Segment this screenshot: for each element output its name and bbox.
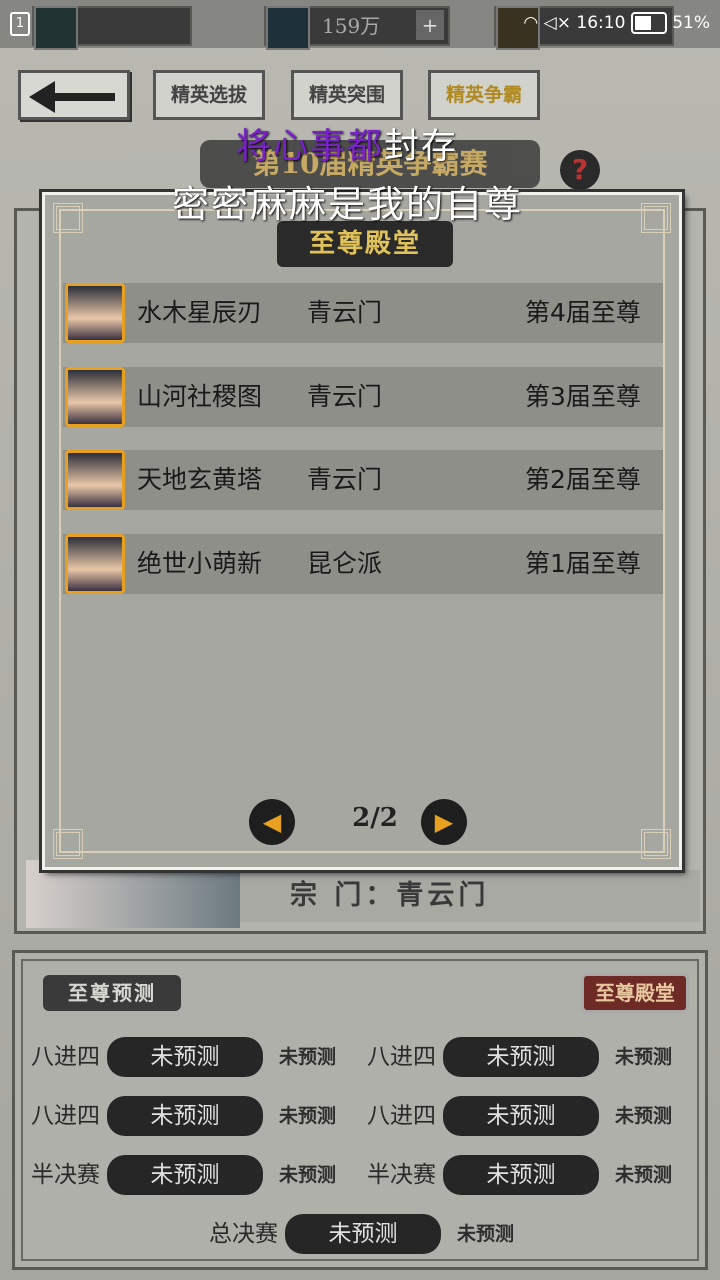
help-icon[interactable]: ?	[560, 150, 600, 190]
table-row[interactable]: 绝世小萌新 昆仑派 第1届至尊	[63, 534, 663, 594]
match-label: 八进四	[367, 1103, 436, 1129]
resource-middle-value: 159万	[322, 14, 381, 38]
lyric-line-1: 将心事都封存	[236, 118, 458, 169]
avatar	[65, 534, 125, 594]
crystal-icon	[266, 6, 310, 50]
player-name: 天地玄黄塔	[137, 465, 263, 494]
player-name: 绝世小萌新	[137, 549, 263, 578]
avatar	[65, 367, 125, 427]
arrow-right-icon: ▶	[434, 808, 454, 836]
sect-label: 宗 门：青云门	[240, 870, 700, 922]
battery-level: 51%	[672, 13, 710, 33]
player-sect: 昆仑派	[307, 549, 383, 578]
match-status: 未预测	[279, 1164, 337, 1186]
player-name: 山河社稷图	[137, 382, 263, 411]
resource-left	[32, 6, 192, 50]
table-row[interactable]: 山河社稷图 青云门 第3届至尊	[63, 367, 663, 427]
wifi-icon: ◠	[523, 13, 539, 33]
match-label: 八进四	[367, 1044, 436, 1070]
match-label: 半决赛	[367, 1162, 436, 1188]
corner-ornament	[641, 203, 671, 233]
back-button[interactable]	[18, 70, 130, 120]
gold-icon	[34, 6, 78, 50]
predict-button[interactable]: 未预测	[107, 1155, 263, 1195]
match-status: 未预测	[615, 1164, 673, 1186]
corner-ornament	[53, 203, 83, 233]
match-label: 八进四	[31, 1044, 100, 1070]
tab-elite-contest[interactable]: 精英争霸	[428, 70, 540, 120]
avatar	[65, 450, 125, 510]
match-status: 未预测	[457, 1223, 515, 1245]
predict-button[interactable]: 未预测	[285, 1214, 441, 1254]
lyric-rest: 封存	[384, 127, 459, 167]
battery-icon	[630, 12, 667, 34]
match-status: 未预测	[615, 1105, 673, 1127]
player-sect: 青云门	[307, 465, 383, 494]
table-row[interactable]: 水木星辰刃 青云门 第4届至尊	[63, 283, 663, 343]
match-label: 半决赛	[31, 1162, 100, 1188]
add-icon[interactable]: +	[416, 10, 444, 40]
lyric-highlight: 将心事都	[236, 127, 385, 167]
status-bar: 1 2 159万 + ◠ ◁× 16:10 51%	[0, 0, 720, 50]
match-status: 未预测	[279, 1046, 337, 1068]
sim1-icon: 1	[10, 12, 30, 36]
table-row[interactable]: 天地玄黄塔 青云门 第2届至尊	[63, 450, 663, 510]
next-page-button[interactable]: ▶	[421, 799, 467, 845]
resource-middle: 159万 +	[264, 6, 450, 50]
match-status: 未预测	[615, 1046, 673, 1068]
mute-icon: ◁×	[543, 13, 571, 33]
prediction-title: 至尊预测	[43, 975, 181, 1011]
corner-ornament	[641, 829, 671, 859]
corner-ornament	[53, 829, 83, 859]
match-label: 八进四	[31, 1103, 100, 1129]
prev-page-button[interactable]: ◀	[249, 799, 295, 845]
predict-button[interactable]: 未预测	[443, 1155, 599, 1195]
clock: 16:10	[576, 13, 626, 33]
player-sect: 青云门	[307, 382, 383, 411]
page-indicator: 2/2	[352, 803, 398, 833]
player-rank: 第3届至尊	[525, 382, 641, 411]
player-rank: 第4届至尊	[525, 298, 641, 327]
predict-button[interactable]: 未预测	[107, 1096, 263, 1136]
arrow-left-icon: ◀	[262, 808, 282, 836]
predict-button[interactable]: 未预测	[443, 1096, 599, 1136]
prediction-panel: 至尊预测 至尊殿堂 八进四 未预测 未预测 八进四 未预测 未预测 八进四 未预…	[12, 950, 708, 1270]
player-rank: 第2届至尊	[525, 465, 641, 494]
status-right: ◠ ◁× 16:10 51%	[523, 12, 710, 34]
match-label: 总决赛	[209, 1221, 278, 1247]
predict-button[interactable]: 未预测	[107, 1037, 263, 1077]
hero-portrait	[26, 860, 240, 928]
match-status: 未预测	[279, 1105, 337, 1127]
tab-elite-selection[interactable]: 精英选拔	[153, 70, 265, 120]
tab-elite-breakout[interactable]: 精英突围	[291, 70, 403, 120]
hall-of-supremacy-modal: 至尊殿堂 水木星辰刃 青云门 第4届至尊 山河社稷图 青云门 第3届至尊 天地玄…	[42, 192, 682, 870]
hall-of-supremacy-button[interactable]: 至尊殿堂	[581, 973, 689, 1013]
avatar	[65, 283, 125, 343]
predict-button[interactable]: 未预测	[443, 1037, 599, 1077]
player-rank: 第1届至尊	[525, 549, 641, 578]
player-name: 水木星辰刃	[137, 298, 263, 327]
lyric-line-2: 密密麻麻是我的自尊	[172, 183, 523, 226]
player-sect: 青云门	[307, 298, 383, 327]
